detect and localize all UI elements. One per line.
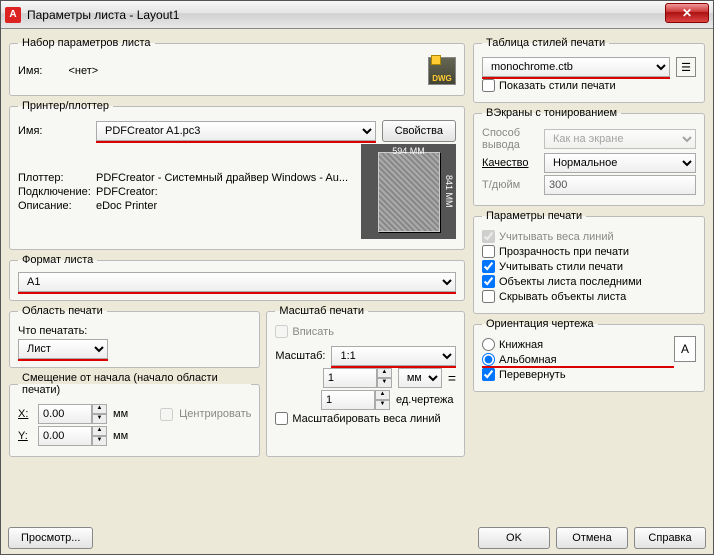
- orient-legend: Ориентация чертежа: [482, 318, 598, 330]
- opt4-label: Объекты листа последними: [499, 276, 642, 288]
- opt3-label: Учитывать стили печати: [499, 261, 623, 273]
- opt5-checkbox[interactable]: [482, 290, 495, 303]
- offset-y-unit: мм: [113, 430, 128, 442]
- plotter-value: PDFCreator - Системный драйвер Windows -…: [96, 172, 348, 184]
- landscape-radio[interactable]: [482, 353, 495, 366]
- pageset-legend: Набор параметров листа: [18, 37, 155, 49]
- scale-num-input[interactable]: [323, 368, 377, 388]
- fit-label: Вписать: [292, 326, 334, 338]
- scale-select[interactable]: 1:1: [331, 346, 456, 366]
- paper-size-select[interactable]: A1: [18, 272, 456, 292]
- scale-legend: Масштаб печати: [275, 305, 368, 317]
- plotstyle-group: Таблица стилей печати monochrome.ctb ☰ П…: [473, 37, 705, 103]
- viewports-legend: ВЭкраны с тонированием: [482, 107, 621, 119]
- offset-x-label: X:: [18, 408, 32, 420]
- show-styles-checkbox[interactable]: [482, 79, 495, 92]
- printer-name-select[interactable]: PDFCreator A1.pc3: [96, 121, 376, 141]
- fit-checkbox: [275, 325, 288, 338]
- upside-checkbox[interactable]: [482, 368, 495, 381]
- spin-down[interactable]: ▼: [92, 414, 107, 424]
- paper-preview: 594 MM 841 MM: [361, 144, 456, 239]
- printer-properties-button[interactable]: Свойства: [382, 120, 456, 142]
- viewports-group: ВЭкраны с тонированием Способ вывода Как …: [473, 107, 705, 206]
- offset-y-input[interactable]: [38, 426, 92, 446]
- ok-button[interactable]: OK: [478, 527, 550, 549]
- cancel-button[interactable]: Отмена: [556, 527, 628, 549]
- landscape-label: Альбомная: [499, 354, 557, 366]
- preview-height: 841 MM: [444, 144, 454, 239]
- spin-up[interactable]: ▲: [92, 426, 107, 436]
- spin-up[interactable]: ▲: [375, 390, 390, 400]
- vp-mode-label: Способ вывода: [482, 127, 538, 151]
- vp-dpi-input: [544, 175, 696, 195]
- close-button[interactable]: ✕: [665, 3, 709, 23]
- preview-button[interactable]: Просмотр...: [8, 527, 93, 549]
- plotarea-legend: Область печати: [18, 305, 107, 317]
- printer-group: Принтер/плоттер Имя: PDFCreator A1.pc3 С…: [9, 100, 465, 250]
- offset-group: Смещение от начала (начало области печат…: [9, 372, 260, 457]
- portrait-radio[interactable]: [482, 338, 495, 351]
- opt2-label: Прозрачность при печати: [499, 246, 629, 258]
- opt3-checkbox[interactable]: [482, 260, 495, 273]
- spin-down[interactable]: ▼: [377, 378, 392, 388]
- orientation-icon: A: [674, 336, 696, 362]
- app-icon: A: [5, 7, 21, 23]
- paper-group: Формат листа A1: [9, 254, 465, 301]
- pageset-name-label: Имя:: [18, 65, 42, 77]
- offset-x-input[interactable]: [38, 404, 92, 424]
- show-styles-label: Показать стили печати: [499, 80, 616, 92]
- opt2-checkbox[interactable]: [482, 245, 495, 258]
- scale-label: Масштаб:: [275, 350, 325, 362]
- spin-up[interactable]: ▲: [377, 368, 392, 378]
- offset-x-unit: мм: [113, 408, 128, 420]
- scale-group: Масштаб печати Вписать Масштаб: 1:1 ▲▼ м…: [266, 305, 465, 457]
- spin-down[interactable]: ▼: [92, 436, 107, 446]
- conn-value: PDFCreator:: [96, 186, 158, 198]
- desc-value: eDoc Printer: [96, 200, 157, 212]
- pageset-group: Набор параметров листа Имя: <нет> DWG: [9, 37, 465, 96]
- upside-label: Перевернуть: [499, 369, 566, 381]
- plotarea-what-select[interactable]: Лист: [18, 339, 108, 359]
- opt4-checkbox[interactable]: [482, 275, 495, 288]
- preview-width: 594 MM: [361, 146, 456, 156]
- scale-den-unit: ед.чертежа: [396, 394, 456, 406]
- scale-lw-label: Масштабировать веса линий: [292, 413, 440, 425]
- window-title: Параметры листа - Layout1: [27, 8, 179, 22]
- offset-legend: Смещение от начала (начало области печат…: [18, 372, 251, 396]
- plotstyle-legend: Таблица стилей печати: [482, 37, 609, 49]
- options-group: Параметры печати Учитывать веса линий Пр…: [473, 210, 705, 314]
- spin-down[interactable]: ▼: [375, 400, 390, 410]
- plotstyle-select[interactable]: monochrome.ctb: [482, 57, 670, 77]
- vp-quality-label: Качество: [482, 157, 538, 169]
- desc-label: Описание:: [18, 200, 90, 212]
- plotter-label: Плоттер:: [18, 172, 90, 184]
- printer-name-label: Имя:: [18, 125, 90, 137]
- portrait-label: Книжная: [499, 339, 543, 351]
- equals-icon: =: [448, 370, 456, 386]
- opt1-checkbox: [482, 230, 495, 243]
- offset-y-label: Y:: [18, 430, 32, 442]
- plotarea-group: Область печати Что печатать: Лист: [9, 305, 260, 368]
- paper-legend: Формат листа: [18, 254, 97, 266]
- scale-den-input[interactable]: [321, 390, 375, 410]
- center-label: Центрировать: [179, 408, 251, 420]
- vp-quality-select[interactable]: Нормальное: [544, 153, 696, 173]
- printer-legend: Принтер/плоттер: [18, 100, 113, 112]
- opt5-label: Скрывать объекты листа: [499, 291, 626, 303]
- scale-lw-checkbox[interactable]: [275, 412, 288, 425]
- orient-group: Ориентация чертежа Книжная Альбомная Пер…: [473, 318, 705, 392]
- vp-dpi-label: Т/дюйм: [482, 179, 538, 191]
- scale-unit-select[interactable]: мм: [398, 368, 442, 388]
- plotstyle-edit-button[interactable]: ☰: [676, 57, 696, 77]
- options-legend: Параметры печати: [482, 210, 586, 222]
- vp-mode-select: Как на экране: [544, 129, 696, 149]
- dwg-icon: DWG: [428, 57, 456, 85]
- conn-label: Подключение:: [18, 186, 90, 198]
- help-button[interactable]: Справка: [634, 527, 706, 549]
- spin-up[interactable]: ▲: [92, 404, 107, 414]
- center-checkbox: [160, 408, 173, 421]
- pageset-name-value: <нет>: [68, 65, 98, 77]
- plotarea-what-label: Что печатать:: [18, 325, 87, 337]
- opt1-label: Учитывать веса линий: [499, 231, 614, 243]
